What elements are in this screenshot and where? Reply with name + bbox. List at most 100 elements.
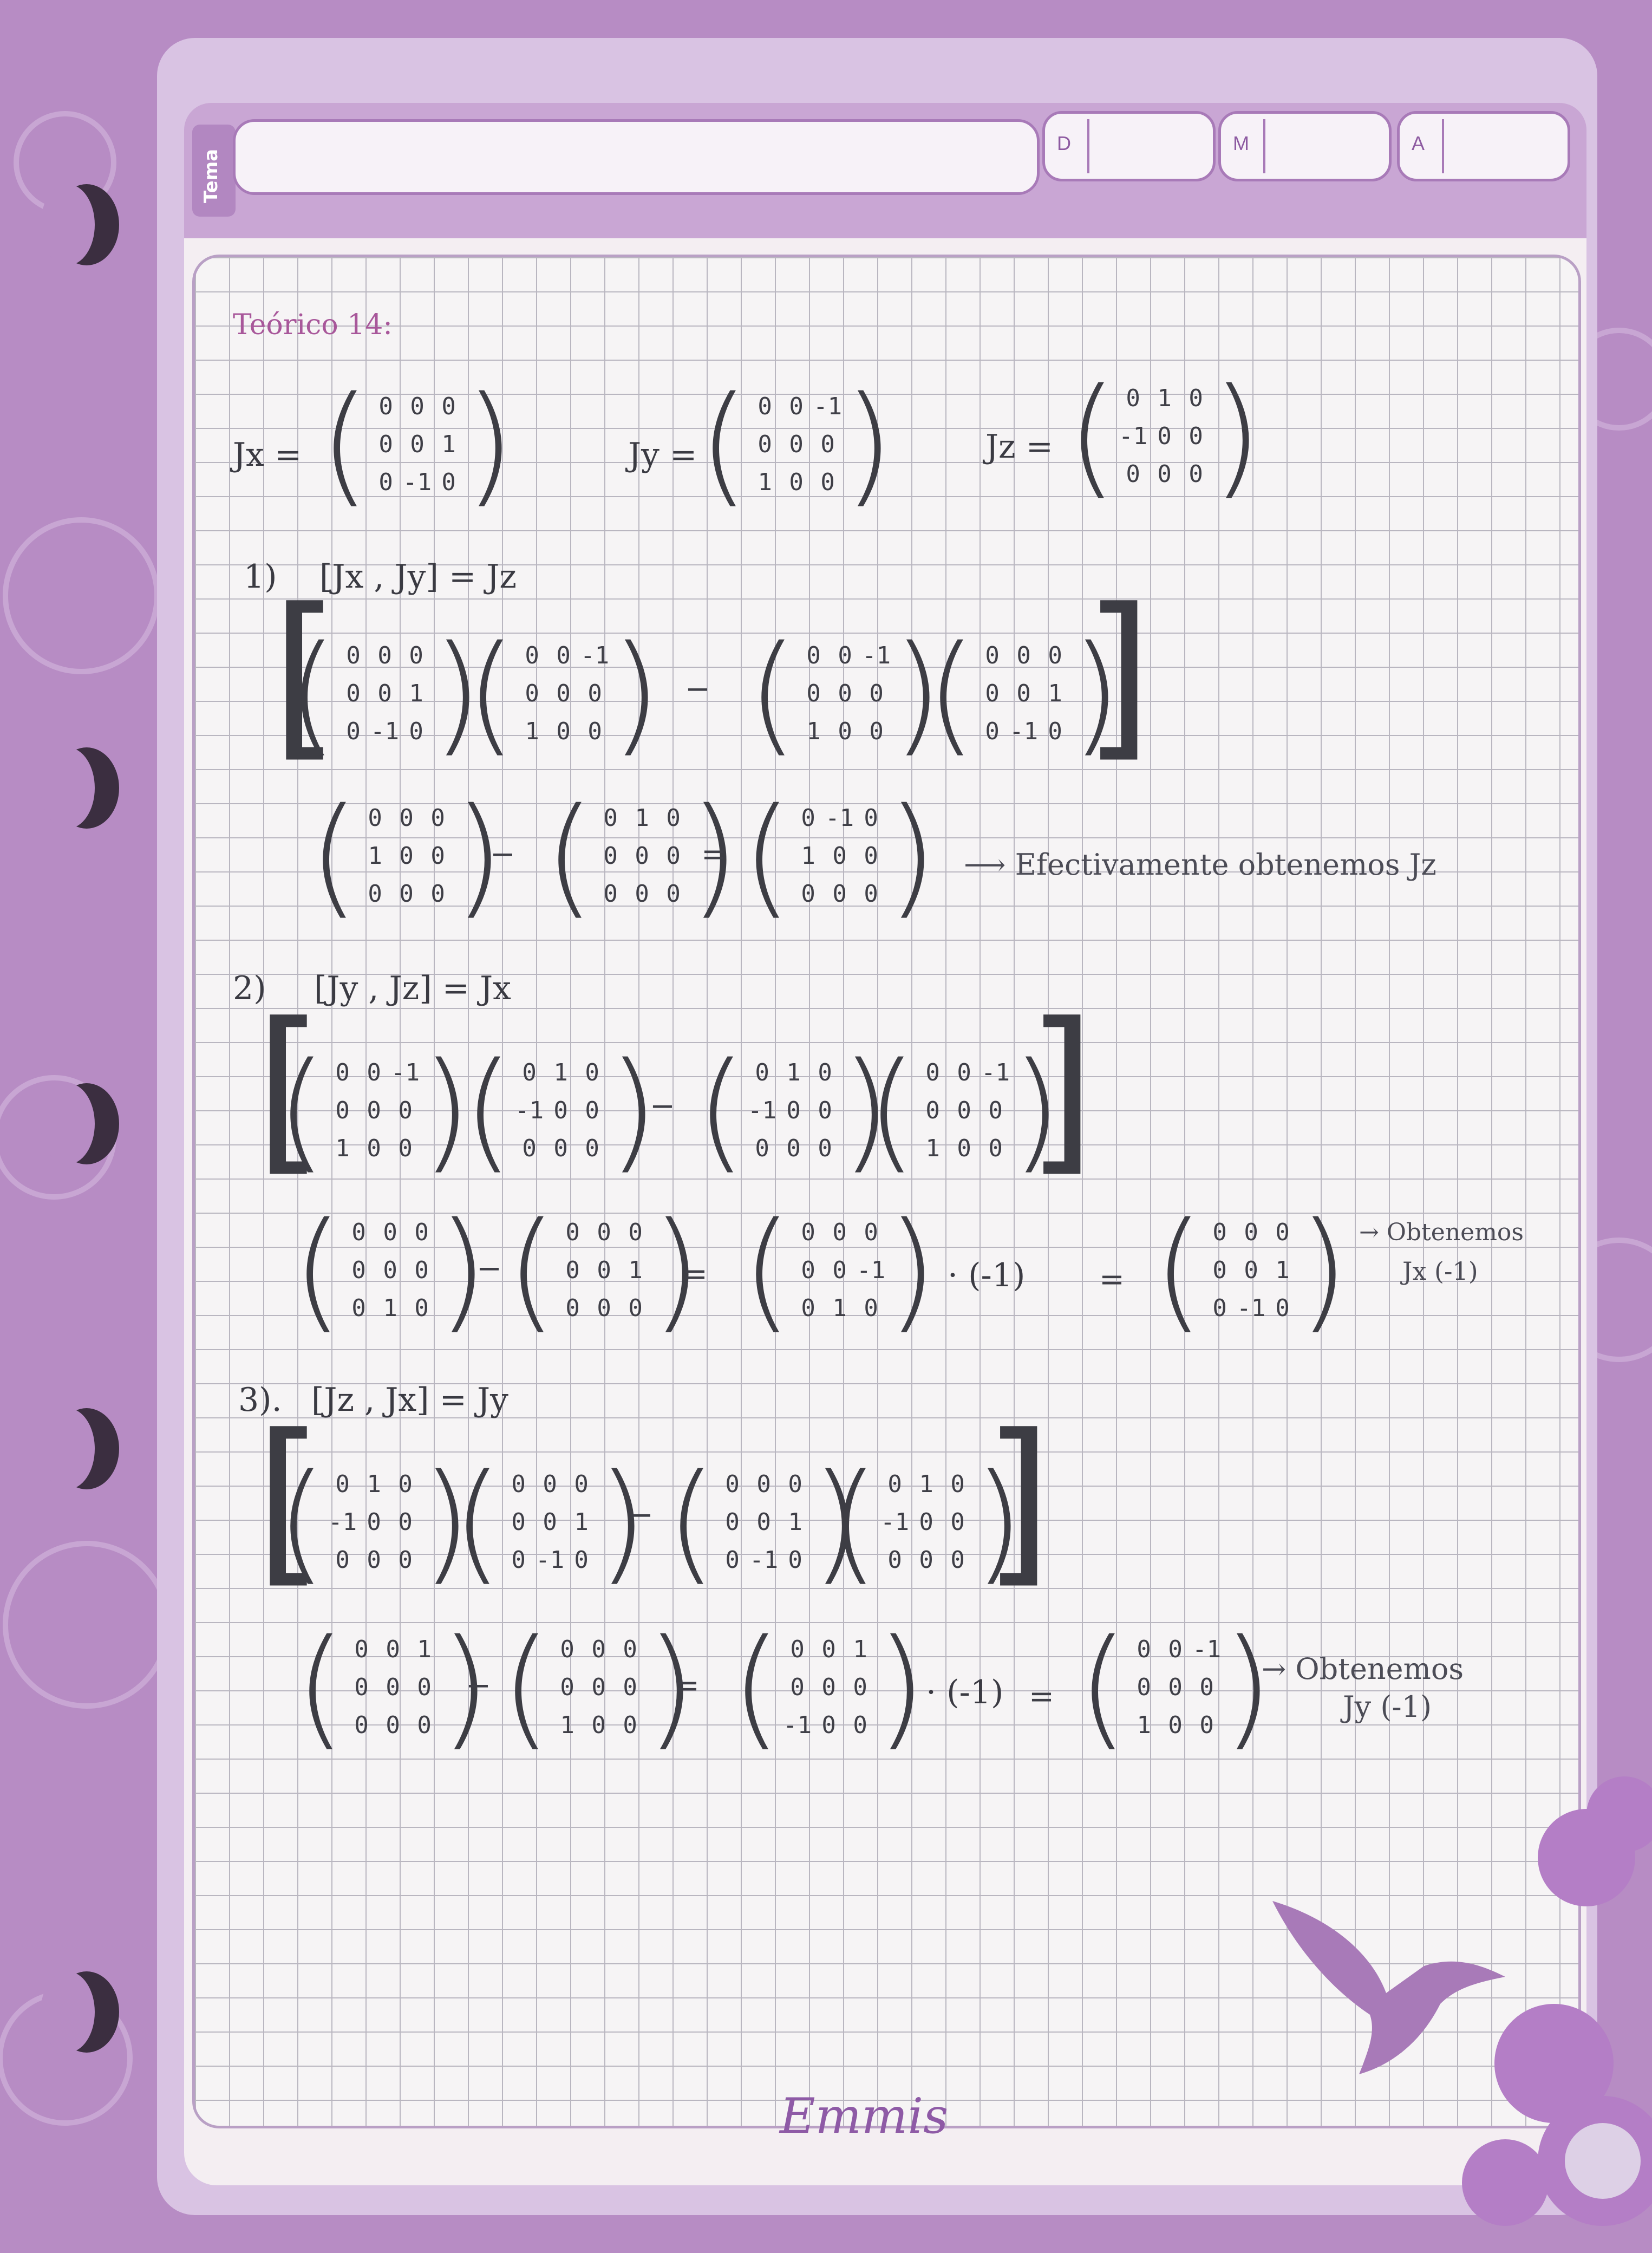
- matrix-cell: 0: [1048, 641, 1062, 669]
- matrix-cell: -1: [857, 1256, 886, 1284]
- matrix: (0 0 1 0 0 0 0 0 0): [295, 1622, 491, 1752]
- left-paren: (: [501, 1611, 552, 1763]
- matrix-cell: 0: [367, 1546, 381, 1574]
- matrix-cell: 0: [597, 1218, 611, 1246]
- matrix: (0 0 0 0 0 1 0 -1 0): [1153, 1205, 1349, 1335]
- matrix-cell: 0: [543, 1470, 557, 1498]
- matrix-cell: 0: [838, 717, 852, 745]
- matrix-cell: 0: [869, 717, 884, 745]
- binder-hole: [41, 184, 119, 265]
- matrix-cell: 1: [806, 717, 821, 745]
- matrix-cell: 0: [1137, 1635, 1151, 1663]
- matrix: (0 0 -1 0 0 0 1 0 0): [466, 628, 661, 758]
- matrix-cell: 0: [725, 1546, 740, 1574]
- matrix-cell: 0: [346, 641, 361, 669]
- left-paren: (: [666, 1446, 717, 1598]
- topic-field[interactable]: [233, 119, 1040, 195]
- matrix-cell: 0: [335, 1546, 350, 1574]
- problem-2-equation: [Jy , Jz] = Jx: [314, 969, 511, 1007]
- matrix-cell: 0: [801, 1294, 815, 1322]
- left-paren: (: [698, 368, 749, 520]
- equals-sign: =: [1099, 1262, 1125, 1297]
- matrix-cell: 0: [378, 468, 393, 496]
- right-paren: ): [1222, 1611, 1274, 1763]
- matrix-cell: 0: [988, 1134, 1003, 1162]
- matrix-entries: 0 0 -1 0 0 0 1 0 0: [749, 387, 844, 501]
- matrix-cell: 0: [838, 679, 852, 707]
- matrix: (0 0 -1 0 0 0 1 0 0): [747, 628, 943, 758]
- matrix-cell: 0: [950, 1546, 965, 1574]
- right-paren: ): [1298, 1194, 1349, 1346]
- matrix-cell: 0: [1212, 1294, 1227, 1322]
- matrix-cell: 0: [603, 842, 618, 870]
- matrix-cell: -1: [391, 1058, 420, 1086]
- matrix-cell: -1: [748, 1096, 777, 1124]
- matrix: (0 0 0 0 0 1 0 -1 0): [319, 379, 515, 509]
- matrix-cell: -1: [536, 1546, 565, 1574]
- matrix-cell: 0: [398, 1546, 413, 1574]
- left-paren: (: [544, 780, 595, 932]
- jy-label: Jy =: [628, 436, 697, 474]
- minus-sign: −: [628, 1497, 654, 1533]
- matrix-cell: 0: [597, 1294, 611, 1322]
- matrix-cell: 0: [522, 1058, 537, 1086]
- matrix-cell: 1: [832, 1294, 847, 1322]
- matrix-cell: 0: [801, 804, 815, 832]
- matrix-entries: 0 0 0 0 0 1 0 -1 0: [338, 636, 432, 750]
- matrix-cell: 0: [556, 641, 571, 669]
- matrix-cell: 0: [398, 1508, 413, 1536]
- matrix-cell: 0: [635, 842, 649, 870]
- flower-decoration-icon: [1462, 1776, 1652, 2226]
- matrix-cell: 0: [755, 1058, 769, 1086]
- matrix-cell: 1: [1137, 1711, 1151, 1739]
- matrix-cell: 0: [591, 1673, 606, 1701]
- binder-hole: [41, 1408, 119, 1489]
- date-day-field[interactable]: D: [1042, 111, 1216, 181]
- matrix-cell: 0: [666, 880, 681, 908]
- matrix-cell: 0: [378, 392, 393, 420]
- matrix-cell: 0: [790, 1673, 805, 1701]
- matrix-cell: -1: [403, 468, 432, 496]
- matrix-cell: 0: [335, 1058, 350, 1086]
- matrix-cell: 0: [821, 1635, 836, 1663]
- matrix-cell: 0: [386, 1673, 400, 1701]
- right-paren: ): [886, 1194, 938, 1346]
- matrix-cell: 0: [383, 1256, 397, 1284]
- matrix-cell: 0: [414, 1256, 429, 1284]
- equals-sign: =: [674, 1668, 700, 1703]
- right-paren: ): [1211, 360, 1263, 512]
- binder-hole: [41, 747, 119, 829]
- matrix-entries: 001000000: [346, 1630, 440, 1744]
- matrix-cell: 0: [414, 1294, 429, 1322]
- matrix-cell: 0: [1189, 422, 1203, 450]
- matrix-cell: 1: [383, 1294, 397, 1322]
- matrix-cell: 0: [957, 1058, 971, 1086]
- matrix-cell: 0: [585, 1096, 599, 1124]
- date-year-field[interactable]: A: [1397, 111, 1570, 181]
- matrix-cell: 0: [399, 842, 414, 870]
- matrix-cell: 0: [919, 1508, 933, 1536]
- matrix-cell: 0: [1126, 384, 1140, 412]
- equals-sign: =: [1029, 1679, 1054, 1714]
- matrix-cell: 0: [398, 1096, 413, 1124]
- right-paren: ): [886, 780, 938, 932]
- matrix-cell: 0: [560, 1673, 574, 1701]
- matrix-cell: -1: [1009, 717, 1039, 745]
- minus-sign: −: [650, 1089, 675, 1124]
- matrix-cell: 0: [354, 1711, 369, 1739]
- matrix-cell: 0: [565, 1294, 580, 1322]
- matrix-cell: 0: [603, 880, 618, 908]
- matrix-cell: 0: [346, 679, 361, 707]
- matrix-cell: 1: [628, 1256, 643, 1284]
- matrix-cell: 0: [957, 1134, 971, 1162]
- matrix-entries: 0 -1 0 1 0 0 0 0 0: [793, 799, 887, 913]
- matrix-cell: 1: [368, 842, 382, 870]
- matrix-cell: 0: [756, 1470, 771, 1498]
- left-paren: (: [309, 780, 360, 932]
- matrix-cell: 0: [758, 392, 772, 420]
- date-month-field[interactable]: M: [1218, 111, 1392, 181]
- matrix-cell: 1: [788, 1508, 802, 1536]
- matrix-cell: 0: [556, 679, 571, 707]
- matrix-cell: 0: [591, 1711, 606, 1739]
- matrix-cell: 0: [1212, 1218, 1227, 1246]
